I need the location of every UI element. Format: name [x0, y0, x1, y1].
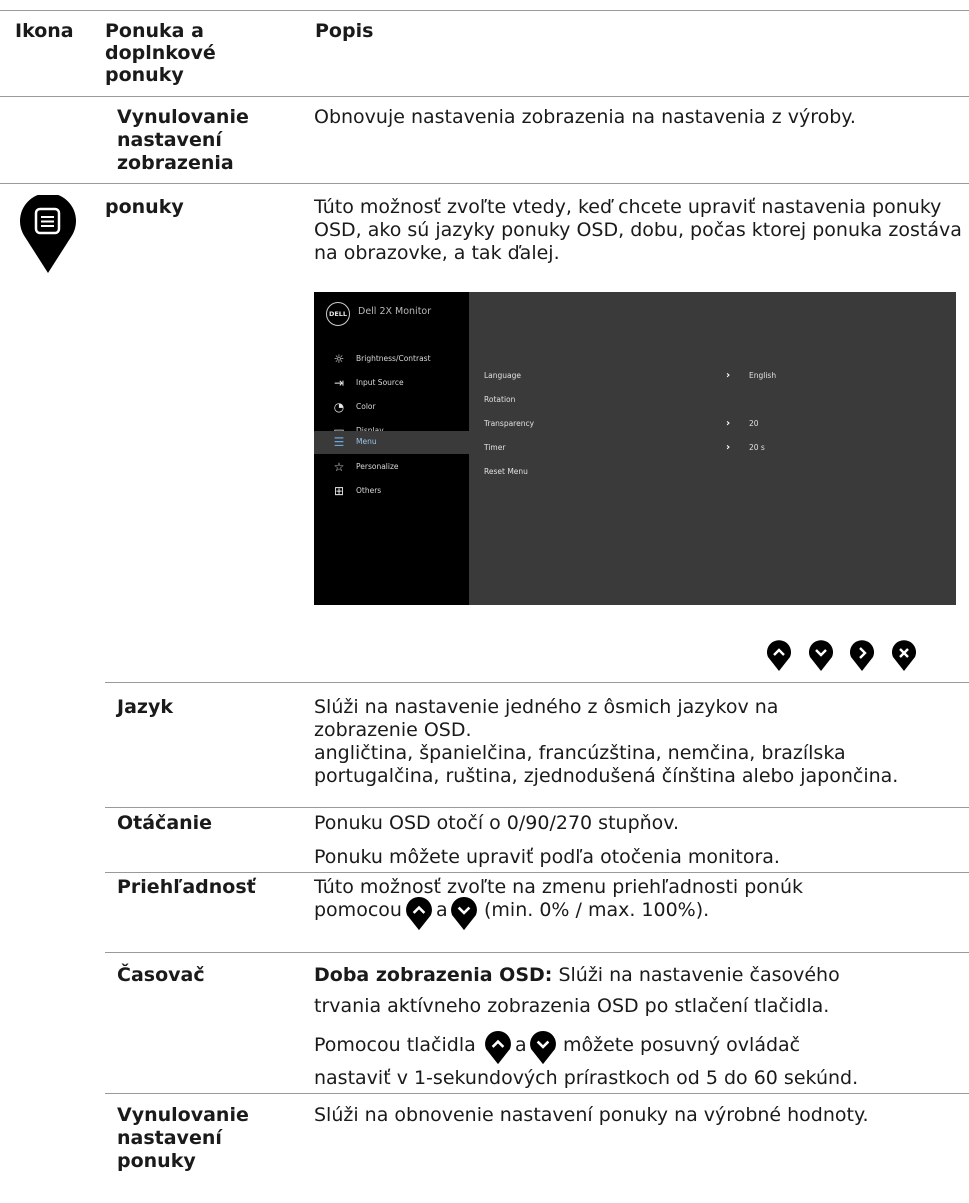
term-transparency: Priehľadnosť	[117, 876, 256, 898]
input-icon: ⇥	[333, 376, 345, 390]
desc-timer-lead: Doba zobrazenia OSD:	[314, 964, 553, 986]
desc-language-2: angličtina, španielčina, francúzština, n…	[314, 742, 899, 787]
osd-item-label: Others	[356, 486, 382, 495]
osd-setting-transparency[interactable]: Transparency › 20	[484, 417, 944, 431]
osd-item-personalize[interactable]: ☆ Personalize	[314, 456, 469, 479]
menu-pin-icon	[18, 193, 78, 275]
desc-reset-menu: Slúži na obnovenie nastavení ponuky na v…	[314, 1104, 869, 1126]
star-icon: ☆	[333, 460, 345, 474]
osd-item-label: Input Source	[356, 378, 404, 387]
osd-item-label: Color	[356, 402, 376, 411]
chevron-right-icon: ›	[726, 370, 731, 381]
chevron-right-icon: ›	[726, 442, 731, 453]
dell-logo: DELL	[326, 302, 350, 326]
osd-item-label: Brightness/Contrast	[356, 354, 431, 363]
osd-item-color[interactable]: ◔ Color	[314, 396, 469, 419]
desc-transparency-and: a	[436, 899, 448, 921]
osd-setting-name: Timer	[484, 443, 506, 452]
term-timer: Časovač	[117, 964, 205, 986]
term-language: Jazyk	[117, 696, 173, 718]
inline-up-button	[484, 1030, 512, 1070]
chevron-down-icon	[451, 896, 477, 931]
osd-item-brightness[interactable]: ☼ Brightness/Contrast	[314, 348, 469, 371]
osd-setting-rotation[interactable]: Rotation	[484, 393, 944, 407]
others-icon: ⊞	[333, 484, 345, 498]
close-button[interactable]	[891, 640, 917, 676]
desc-transparency-range: (min. 0% / max. 100%).	[484, 899, 710, 921]
inline-up-button	[405, 896, 433, 936]
desc-reset-display: Obnovuje nastavenia zobrazenia na nastav…	[314, 106, 856, 128]
desc-timer-3b: a	[515, 1034, 527, 1056]
header-menu: Ponuka a doplnkové ponuky	[105, 20, 216, 86]
osd-setting-timer[interactable]: Timer › 20 s	[484, 441, 944, 455]
osd-setting-name: Language	[484, 371, 522, 380]
chevron-right-icon: ›	[726, 418, 731, 429]
osd-setting-name: Reset Menu	[484, 467, 528, 476]
inline-down-button	[529, 1030, 557, 1070]
desc-menu: Túto možnosť zvoľte vtedy, keď chcete up…	[314, 196, 962, 264]
term-reset-display: Vynulovanie nastavení zobrazenia	[117, 106, 249, 174]
osd-setting-value: English	[749, 371, 777, 380]
chevron-up-icon	[406, 896, 432, 931]
desc-timer-2: trvania aktívneho zobrazenia OSD po stla…	[314, 995, 830, 1017]
osd-item-label: Personalize	[356, 462, 399, 471]
desc-rotation-1: Ponuku OSD otočí o 0/90/270 stupňov.	[314, 812, 680, 834]
header-rule	[0, 96, 969, 97]
desc-timer-1: Doba zobrazenia OSD: Slúži na nastavenie…	[314, 964, 964, 987]
row-rule	[105, 807, 969, 808]
osd-setting-name: Transparency	[484, 419, 535, 428]
osd-model-name: Dell 2X Monitor	[358, 306, 432, 317]
up-button[interactable]	[766, 640, 792, 676]
osd-setting-value: 20 s	[749, 443, 765, 452]
osd-item-input-source[interactable]: ⇥ Input Source	[314, 372, 469, 395]
row-rule	[0, 183, 969, 184]
desc-timer-3c: môžete posuvný ovládač	[563, 1034, 801, 1056]
header-icon: Ikona	[15, 20, 74, 42]
term-rotation: Otáčanie	[117, 812, 213, 834]
osd-setting-reset-menu[interactable]: Reset Menu	[484, 465, 944, 479]
osd-item-menu[interactable]: ☰ Menu	[314, 431, 469, 454]
desc-timer-3a: Pomocou tlačidla	[314, 1034, 476, 1056]
osd-setting-name: Rotation	[484, 395, 516, 404]
osd-screenshot: DELL Dell 2X Monitor ☼ Brightness/Contra…	[314, 292, 956, 605]
palette-icon: ◔	[333, 400, 345, 414]
row-rule	[105, 1093, 969, 1094]
desc-language-1: Slúži na nastavenie jedného z ôsmich jaz…	[314, 696, 779, 741]
header-description: Popis	[315, 20, 374, 42]
term-menu: ponuky	[105, 196, 184, 218]
right-button[interactable]	[849, 640, 875, 676]
desc-timer-4: nastaviť v 1-sekundových prírastkoch od …	[314, 1067, 859, 1089]
chevron-down-icon	[530, 1030, 556, 1065]
osd-setting-value: 20	[749, 419, 759, 428]
chevron-up-icon	[767, 640, 791, 671]
osd-sidebar: DELL Dell 2X Monitor ☼ Brightness/Contra…	[314, 292, 469, 605]
menu-icon: ☰	[333, 435, 345, 449]
chevron-right-icon	[850, 640, 874, 671]
osd-item-label: Menu	[356, 437, 377, 446]
desc-transparency-1: Túto možnosť zvoľte na zmenu priehľadnos…	[314, 876, 804, 898]
osd-item-others[interactable]: ⊞ Others	[314, 480, 469, 503]
chevron-down-icon	[809, 640, 833, 671]
close-icon	[892, 640, 916, 671]
sun-icon: ☼	[333, 352, 345, 366]
row-rule	[105, 872, 969, 873]
row-rule	[105, 682, 969, 683]
desc-rotation-2: Ponuku môžete upraviť podľa otočenia mon…	[314, 846, 780, 868]
chevron-up-icon	[485, 1030, 511, 1065]
inline-down-button	[450, 896, 478, 936]
desc-timer-text: Slúži na nastavenie časového	[558, 964, 840, 986]
row-rule	[105, 952, 969, 953]
osd-setting-language[interactable]: Language › English	[484, 369, 944, 383]
down-button[interactable]	[808, 640, 834, 676]
desc-transparency-prefix: pomocou	[314, 899, 402, 921]
term-reset-menu: Vynulovanie nastavení ponuky	[117, 1104, 249, 1172]
top-rule	[0, 10, 969, 11]
